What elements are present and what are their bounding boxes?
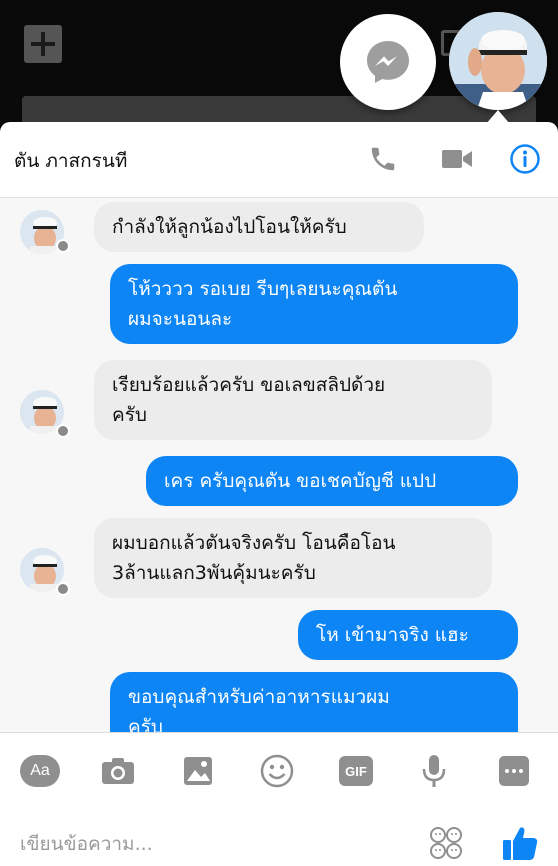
message-list[interactable]: กำลังให้ลูกน้องไปโอนให้ครับ โห้วววว รอเบ… bbox=[0, 198, 558, 732]
gif-label: GIF bbox=[339, 756, 373, 786]
messenger-icon bbox=[367, 41, 409, 83]
like-icon[interactable] bbox=[500, 823, 540, 863]
chat-header: ตัน ภาสกรนที bbox=[0, 122, 558, 198]
messenger-badge-icon bbox=[56, 239, 70, 253]
message-bubble-incoming[interactable]: กำลังให้ลูกน้องไปโอนให้ครับ bbox=[94, 202, 424, 252]
messenger-badge-icon bbox=[56, 582, 70, 596]
chat-panel: ตัน ภาสกรนที กำลังให้ลูกน้องไปโอนให้ครับ bbox=[0, 122, 558, 866]
gif-button[interactable]: GIF bbox=[334, 751, 378, 791]
contact-chat-head[interactable] bbox=[449, 12, 547, 110]
video-camera-icon[interactable] bbox=[440, 142, 474, 176]
message-bubble-incoming[interactable]: ผมบอกแล้วตันจริงครับ โอนคือโอน 3ล้านแลก3… bbox=[94, 518, 492, 598]
phone-icon[interactable] bbox=[366, 142, 400, 176]
message-bubble-outgoing[interactable]: ขอบคุณสำหรับค่าอาหารแมวผม ครับ bbox=[110, 672, 518, 732]
add-icon[interactable] bbox=[24, 25, 62, 63]
message-bubble-incoming[interactable]: เรียบร้อยแล้วครับ ขอเลขสลิปด้วย ครับ bbox=[94, 360, 492, 440]
avatar bbox=[449, 12, 547, 110]
info-icon[interactable] bbox=[508, 142, 542, 176]
text-format-button[interactable]: Aa bbox=[18, 751, 62, 791]
message-bubble-outgoing[interactable]: โห้วววว รอเบย รีบๆเลยนะคุณตัน ผมจะนอนละ bbox=[110, 264, 518, 344]
contact-name[interactable]: ตัน ภาสกรนที bbox=[14, 146, 127, 176]
image-icon[interactable] bbox=[176, 751, 220, 791]
emoji-icon[interactable] bbox=[255, 751, 299, 791]
messenger-badge-icon bbox=[56, 424, 70, 438]
message-bubble-outgoing[interactable]: เคร ครับคุณตัน ขอเชคบัญชี แปป bbox=[146, 456, 518, 506]
message-composer: Aa GIF เขียนข้อความ... bbox=[0, 732, 558, 866]
stickers-icon[interactable] bbox=[428, 825, 464, 861]
messenger-chat-head[interactable] bbox=[340, 14, 436, 110]
microphone-icon[interactable] bbox=[412, 751, 456, 791]
message-bubble-outgoing[interactable]: โห เข้ามาจริง แฮะ bbox=[298, 610, 518, 660]
more-button[interactable] bbox=[492, 751, 536, 791]
message-input[interactable]: เขียนข้อความ... bbox=[20, 829, 153, 859]
camera-icon[interactable] bbox=[96, 751, 140, 791]
more-icon bbox=[499, 756, 529, 786]
aa-label: Aa bbox=[20, 755, 60, 787]
